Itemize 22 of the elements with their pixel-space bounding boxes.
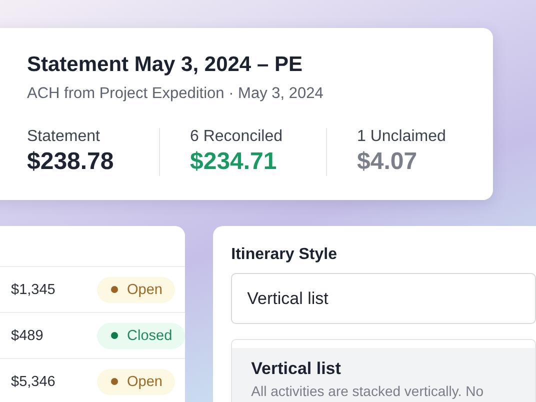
status-text: Closed <box>127 328 172 344</box>
stat-value: $234.71 <box>190 148 278 176</box>
stat-value: $238.78 <box>27 148 115 176</box>
status-text: Open <box>127 374 162 390</box>
status-dot-icon <box>111 286 118 293</box>
amount-cell-text: $489 <box>11 328 44 344</box>
amount-cell-text: $5,346 <box>11 374 56 390</box>
amount-cell-text: $1,345 <box>11 282 56 298</box>
stat-label: Statement <box>27 128 101 146</box>
field-label: Itinerary Style <box>231 246 338 264</box>
itinerary-select[interactable]: Vertical list <box>231 273 536 324</box>
stat-label: 1 Unclaimed <box>357 128 447 146</box>
dropdown-option[interactable]: Vertical list All activities are stacked vertically. No <box>232 348 535 402</box>
stat-label: 6 Reconciled <box>190 128 284 146</box>
statement-subtitle: ACH from Project Expedition · May 3, 2024 <box>27 85 324 103</box>
status-dot-icon <box>111 332 118 339</box>
option-title: Vertical list <box>251 359 342 379</box>
status-dot-icon <box>111 378 118 385</box>
status-text: Open <box>127 282 162 298</box>
statement-title: Statement May 3, 2024 – PE <box>27 53 304 77</box>
option-description: All activities are stacked vertically. No <box>251 383 485 399</box>
stat-value: $4.07 <box>357 148 418 176</box>
